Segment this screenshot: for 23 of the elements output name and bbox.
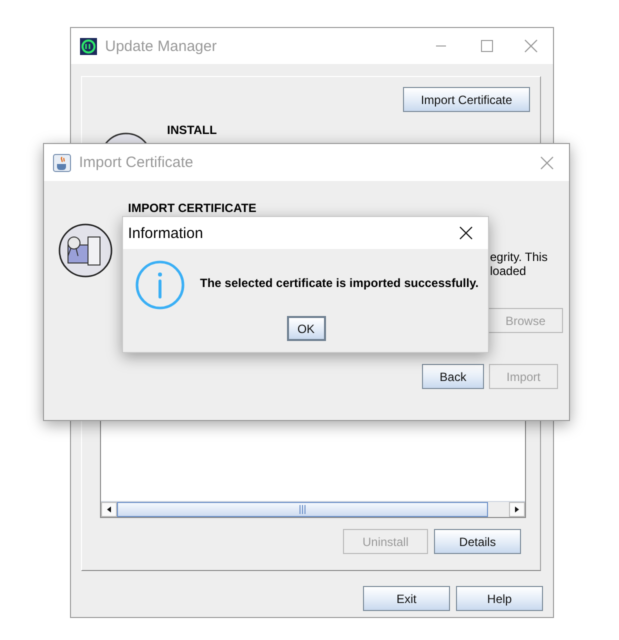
window-title: Update Manager (105, 38, 217, 54)
ok-button[interactable]: OK (286, 316, 326, 341)
app-icon (80, 38, 97, 54)
back-button[interactable]: Back (422, 364, 484, 389)
section-title: IMPORT CERTIFICATE (128, 201, 258, 215)
java-cup-icon (53, 154, 71, 172)
details-button[interactable]: Details (434, 529, 521, 554)
window-title: Import Certificate (79, 154, 194, 171)
dialog-title: Information (128, 224, 204, 242)
import-certificate-button[interactable]: Import Certificate (403, 87, 530, 112)
grip-icon (299, 505, 306, 514)
scrollbar-thumb[interactable] (117, 502, 488, 517)
section-title: INSTALL (167, 123, 217, 137)
scroll-left-button[interactable] (101, 502, 117, 517)
info-icon (135, 260, 185, 310)
scroll-right-button[interactable] (509, 502, 525, 517)
help-button[interactable]: Help (456, 586, 543, 611)
certificate-import-icon (58, 223, 113, 278)
description-text: egrity. This loaded (490, 250, 548, 278)
exit-button[interactable]: Exit (363, 586, 450, 611)
close-icon[interactable] (458, 225, 474, 241)
maximize-icon[interactable] (478, 38, 494, 54)
message-text: The selected certificate is imported successfully. (200, 276, 479, 290)
